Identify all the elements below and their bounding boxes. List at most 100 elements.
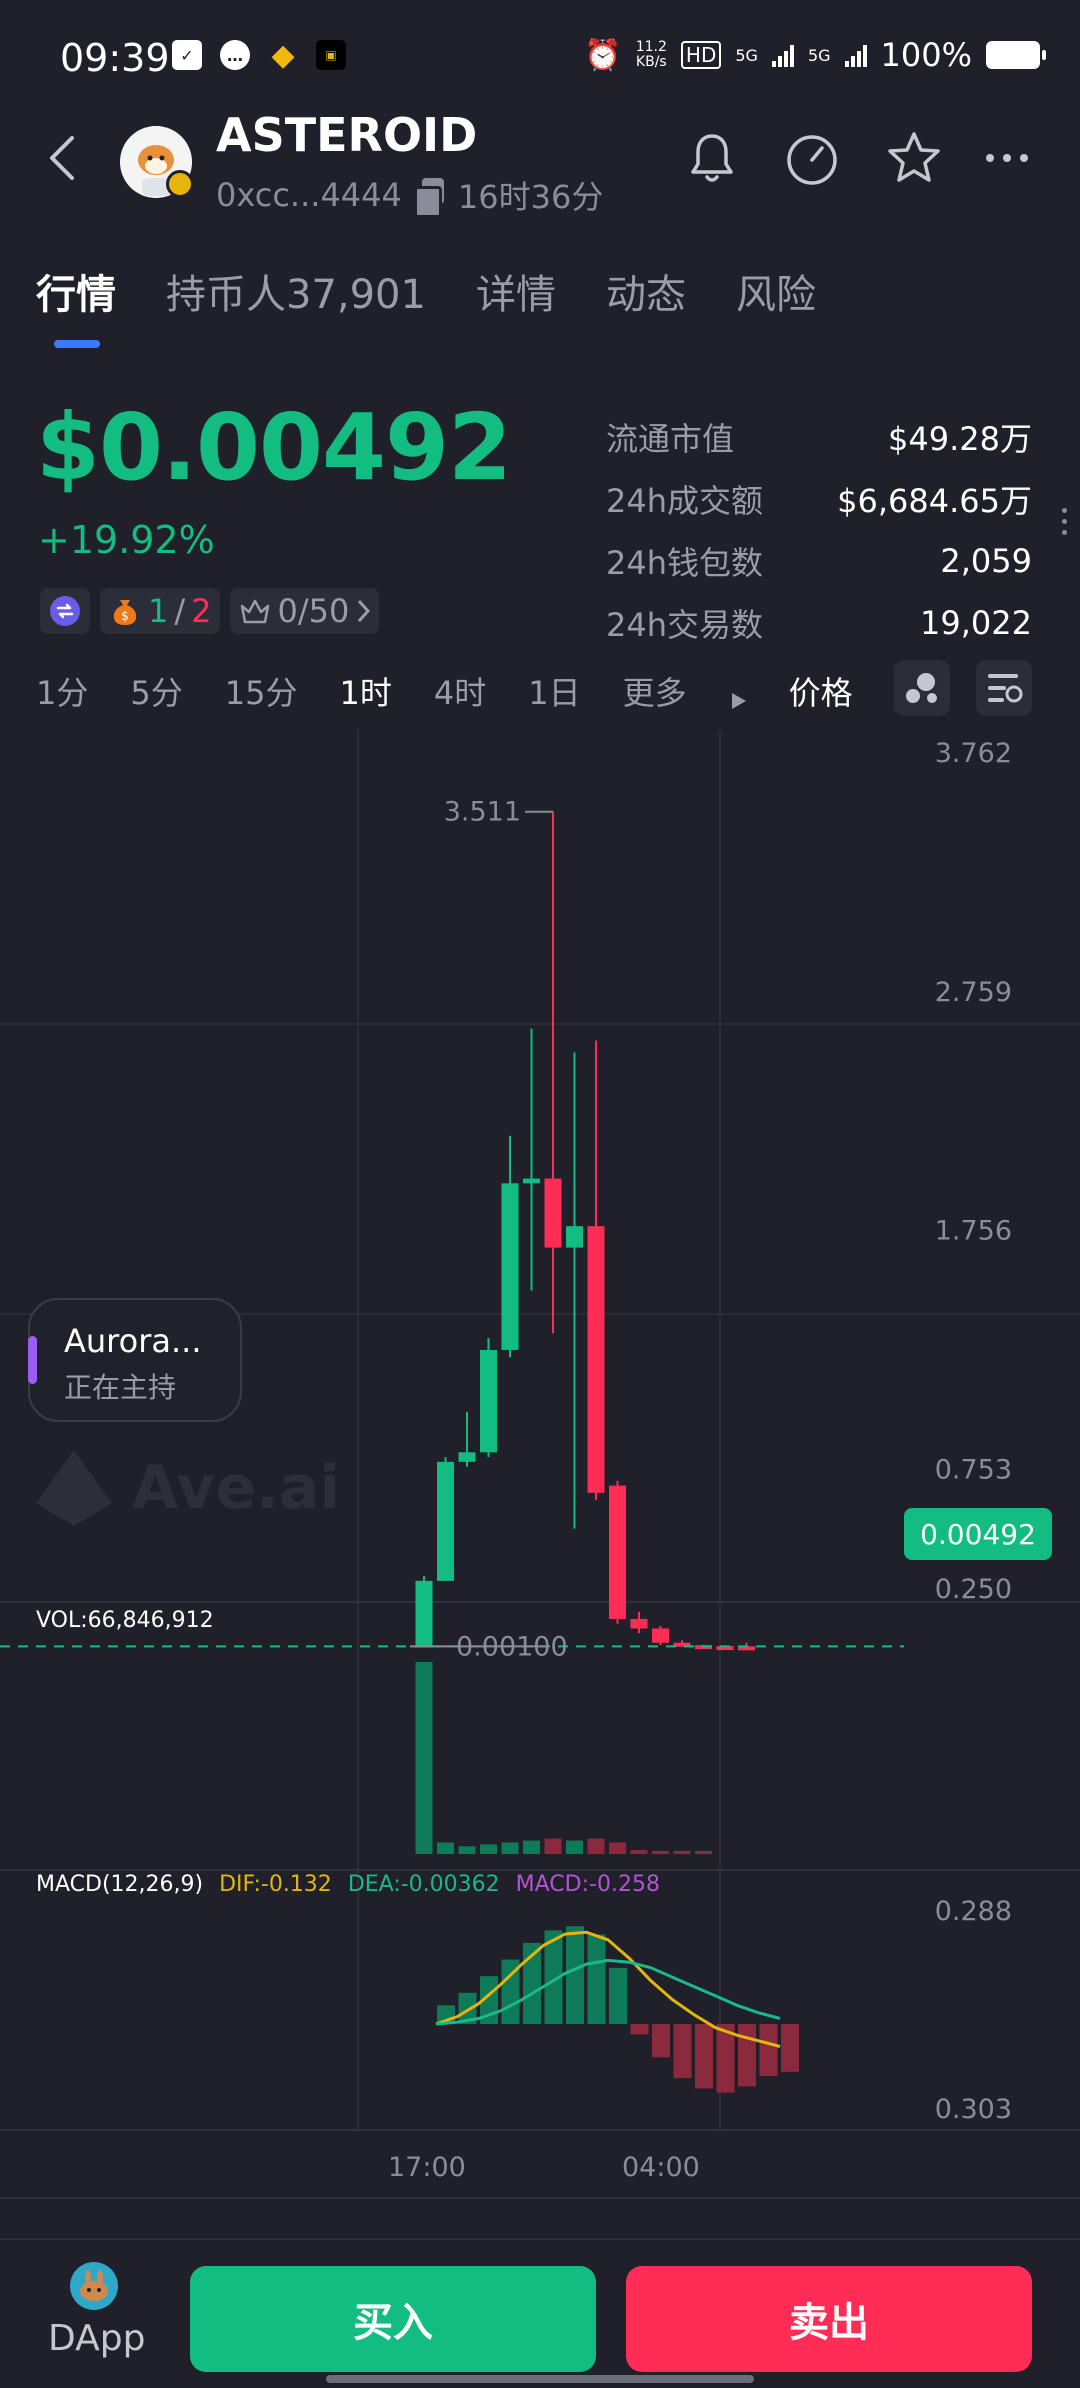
- star-icon[interactable]: [884, 128, 944, 188]
- binance-icon: ◆: [271, 37, 295, 73]
- signal-icon-2: [844, 43, 867, 67]
- stat-market-cap: 流通市值 $49.28万: [606, 420, 1032, 458]
- volume-bar: [652, 1851, 669, 1854]
- swap-icon: [50, 596, 80, 626]
- max-label: 3.511: [444, 797, 521, 828]
- candle-body: [437, 1461, 454, 1581]
- tab-market[interactable]: 行情: [36, 262, 116, 320]
- ave-logo-icon: [36, 1450, 112, 1526]
- y-tick-label: 3.762: [935, 738, 1012, 769]
- x-tick-label: 17:00: [388, 2152, 466, 2183]
- copy-icon[interactable]: [413, 178, 446, 218]
- bell-icon[interactable]: [682, 128, 742, 188]
- buy-button[interactable]: 买入: [190, 2266, 596, 2372]
- battery-percent: 100%: [880, 36, 972, 74]
- indicator-button[interactable]: [894, 660, 950, 716]
- tax-separator: /: [174, 592, 186, 630]
- tf-4h[interactable]: 4时: [434, 668, 486, 714]
- macd-hist-bar: [781, 2024, 799, 2072]
- dapp-logo-icon: [80, 2270, 108, 2301]
- current-price: $0.00492: [36, 394, 512, 501]
- chart-settings-icon: [988, 674, 1023, 703]
- price-change: +19.92%: [38, 518, 215, 562]
- tax-buy: 1: [148, 592, 169, 630]
- y-tick-label: 0.250: [935, 1574, 1012, 1605]
- crown-icon: [240, 599, 269, 624]
- stats-more-icon[interactable]: [1062, 508, 1070, 541]
- indicator-icon: [906, 673, 937, 703]
- tab-activity[interactable]: 动态: [606, 262, 686, 320]
- watermark: Ave.ai: [36, 1450, 340, 1526]
- volume-bar: [630, 1850, 648, 1854]
- chain-badge-icon: [166, 170, 194, 198]
- swap-chip[interactable]: [40, 588, 90, 634]
- battery-icon: [986, 41, 1046, 69]
- tf-1d[interactable]: 1日: [528, 668, 580, 714]
- status-right: ⏰ 11.2 KB/s HD 5G 5G 100%: [584, 36, 1046, 74]
- macd-hist-bar: [738, 2024, 756, 2087]
- volume-bar: [587, 1838, 605, 1854]
- tab-risk[interactable]: 风险: [736, 262, 816, 320]
- volume-bar: [437, 1842, 454, 1854]
- tax-sell: 2: [191, 592, 212, 630]
- tab-details[interactable]: 详情: [476, 262, 556, 320]
- tab-holders[interactable]: 持币人37,901: [166, 262, 426, 320]
- home-indicator: [326, 2375, 754, 2383]
- macd-axis-label: 0.288: [935, 1896, 1012, 1927]
- timeframe-bar: 1分 5分 15分 1时 4时 1日 更多 价格: [36, 668, 955, 714]
- stat-volume: 24h成交额 $6,684.65万: [606, 482, 1032, 520]
- chevron-right-icon: [358, 599, 371, 623]
- candle-body: [587, 1226, 605, 1493]
- speedometer-icon[interactable]: [782, 128, 842, 188]
- macd-dea: DEA:-0.00362: [347, 1872, 500, 1897]
- volume-bar: [501, 1842, 519, 1854]
- stat-trades: 24h交易数 19,022: [606, 604, 1032, 644]
- macd-params: MACD(12,26,9): [36, 1872, 204, 1897]
- more-icon[interactable]: [980, 128, 1040, 188]
- host-accent-bar: [28, 1336, 37, 1384]
- macd-axis-label: 0.303: [935, 2094, 1012, 2125]
- volume-bar: [695, 1851, 712, 1854]
- volume-bar: [673, 1851, 691, 1854]
- chart-settings-button[interactable]: [976, 660, 1032, 716]
- pancake-icon[interactable]: [70, 2262, 118, 2310]
- candle-body: [609, 1485, 626, 1619]
- signal-icon-1: [771, 43, 794, 67]
- y-tick-label: 2.759: [935, 977, 1012, 1008]
- back-arrow-icon[interactable]: [44, 134, 80, 182]
- host-title: Aurora...: [64, 1322, 202, 1360]
- tf-5m[interactable]: 5分: [130, 668, 182, 714]
- volume-bar: [458, 1846, 476, 1854]
- macd-hist-bar: [566, 1926, 584, 2024]
- candle-body: [458, 1452, 476, 1462]
- tf-1m[interactable]: 1分: [36, 668, 88, 714]
- money-bag-icon: $: [113, 600, 137, 625]
- volume-label: VOL:66,846,912: [36, 1608, 214, 1633]
- sell-button[interactable]: 卖出: [626, 2266, 1032, 2372]
- tf-1h[interactable]: 1时: [339, 668, 391, 714]
- volume-bar: [415, 1662, 433, 1854]
- tax-chip[interactable]: $ 1/2: [100, 588, 220, 634]
- candle-body: [630, 1618, 648, 1629]
- current-price-tag: 0.00492: [904, 1508, 1052, 1560]
- dapp-label[interactable]: DApp: [48, 2318, 145, 2359]
- checklist-icon: ✓: [172, 40, 202, 70]
- signal-label-1: 5G: [735, 45, 758, 65]
- candle-body: [652, 1628, 669, 1643]
- tf-more[interactable]: 更多: [623, 668, 747, 714]
- macd-hist-bar: [673, 2024, 692, 2079]
- app-icon: ▣: [316, 40, 346, 70]
- top-holders-chip[interactable]: 0/50: [229, 588, 380, 634]
- candle-body: [566, 1226, 583, 1248]
- tf-15m[interactable]: 15分: [225, 668, 298, 714]
- candle-body: [523, 1178, 540, 1184]
- candle-body: [415, 1580, 433, 1648]
- status-notification-icons: ✓ … ◆ ▣: [172, 37, 346, 73]
- svg-text:$: $: [121, 609, 129, 623]
- net-speed: 11.2 KB/s: [635, 39, 667, 70]
- volume-bar: [609, 1842, 626, 1854]
- macd-hist-bar: [759, 2024, 778, 2076]
- token-name: ASTEROID: [216, 108, 478, 162]
- chip-row: $ 1/2 0/50: [40, 588, 380, 634]
- candle-body: [480, 1349, 497, 1453]
